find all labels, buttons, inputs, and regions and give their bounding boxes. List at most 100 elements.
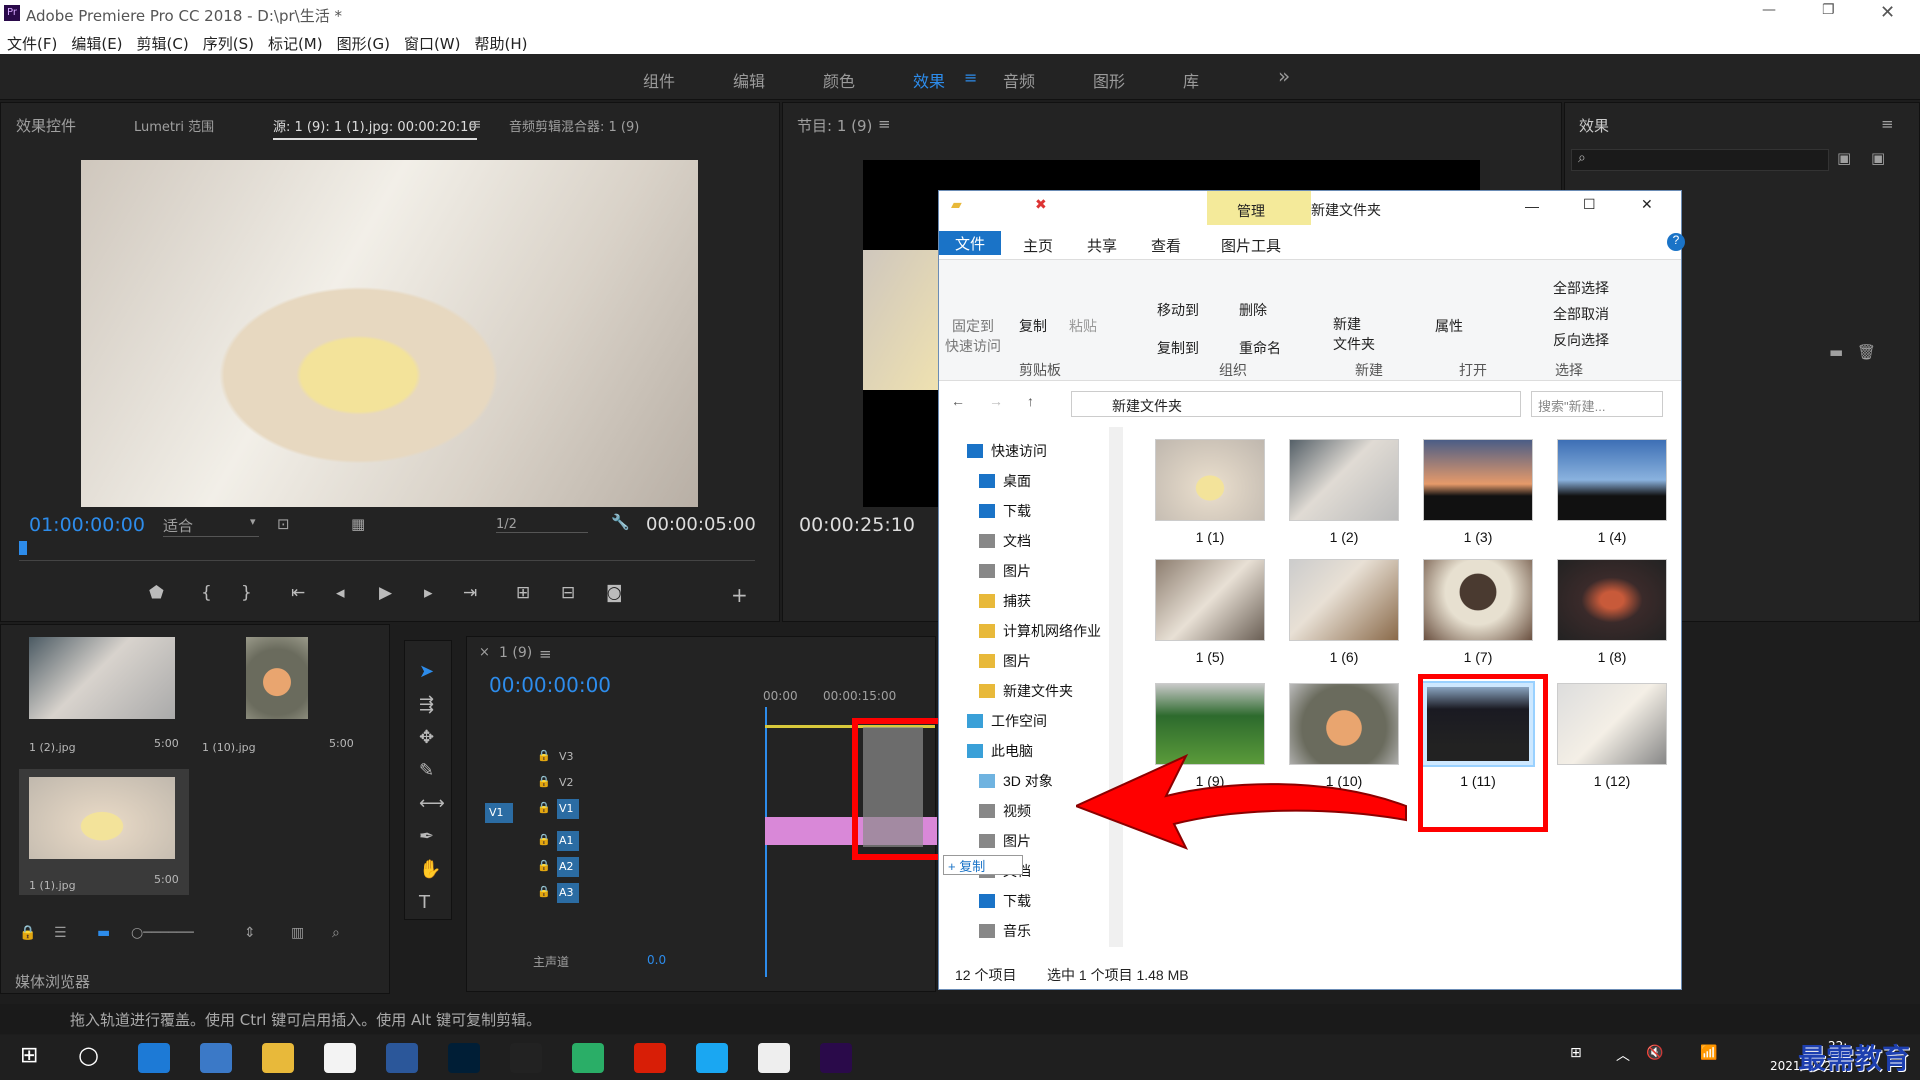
nav-scrollbar[interactable] bbox=[1109, 427, 1123, 947]
select-none-button[interactable]: 全部取消 bbox=[1553, 304, 1609, 324]
selection-tool-icon[interactable]: ➤ bbox=[419, 661, 434, 682]
ws-more-icon[interactable]: » bbox=[1278, 64, 1290, 88]
file-name[interactable]: 1 (3) bbox=[1423, 529, 1533, 545]
effects-search-input[interactable]: ⌕ bbox=[1571, 149, 1829, 171]
file-name[interactable]: 1 (7) bbox=[1423, 649, 1533, 665]
fit-dropdown[interactable]: 适合 bbox=[163, 515, 259, 537]
tab-view[interactable]: 查看 bbox=[1151, 235, 1181, 256]
windows-start-icon[interactable]: ⊞ bbox=[20, 1043, 38, 1068]
panel-menu-icon[interactable]: ≡ bbox=[1881, 115, 1894, 133]
tab-share[interactable]: 共享 bbox=[1087, 235, 1117, 256]
nav-item[interactable]: 图片 bbox=[979, 831, 1031, 851]
nav-item[interactable]: 图片 bbox=[979, 561, 1031, 581]
media-item[interactable]: 1 (2).jpg 5:00 bbox=[19, 637, 184, 757]
lock-icon[interactable]: 🔒 bbox=[537, 801, 551, 814]
razor-icon[interactable]: ✎ bbox=[419, 760, 434, 781]
export-frame-icon[interactable]: ◙ bbox=[606, 583, 623, 603]
sequence-tab[interactable]: 1 (9) bbox=[499, 645, 532, 661]
menu-item[interactable]: 编辑(E) bbox=[71, 35, 122, 53]
ws-graphics[interactable]: 图形 bbox=[1093, 68, 1125, 92]
file-thumbnail[interactable] bbox=[1155, 559, 1265, 641]
baidu-netdisk-icon[interactable] bbox=[324, 1043, 356, 1073]
menu-item[interactable]: 窗口(W) bbox=[404, 35, 461, 53]
nav-item[interactable]: 快速访问 bbox=[967, 441, 1047, 461]
panel-menu-icon[interactable]: ≡ bbox=[539, 645, 552, 663]
ws-color[interactable]: 颜色 bbox=[823, 68, 855, 92]
nav-item[interactable]: 文档 bbox=[979, 531, 1031, 551]
wrench-icon[interactable]: 🔧 bbox=[611, 513, 630, 531]
file-name[interactable]: 1 (12) bbox=[1557, 773, 1667, 789]
go-to-in-icon[interactable]: ⇤ bbox=[291, 583, 305, 603]
forward-icon[interactable]: → bbox=[989, 393, 1003, 409]
nav-item[interactable]: 音乐 bbox=[979, 921, 1031, 941]
panel-menu-icon[interactable]: ≡ bbox=[878, 115, 891, 133]
file-name[interactable]: 1 (2) bbox=[1289, 529, 1399, 545]
select-all-button[interactable]: 全部选择 bbox=[1553, 278, 1609, 298]
media-browser-tab[interactable]: 媒体浏览器 bbox=[15, 971, 90, 992]
manage-tab[interactable]: 管理 bbox=[1237, 201, 1265, 221]
step-back-icon[interactable]: ◂ bbox=[336, 583, 345, 603]
track-header[interactable]: 🔒 A3 bbox=[537, 883, 637, 905]
nav-item[interactable]: 下载 bbox=[979, 891, 1031, 911]
add-marker-icon[interactable]: ⬟ bbox=[149, 583, 164, 603]
menu-item[interactable]: 图形(G) bbox=[337, 35, 390, 53]
insert-icon[interactable]: ⊞ bbox=[516, 583, 530, 603]
nav-item[interactable]: 工作空间 bbox=[967, 711, 1047, 731]
file-name[interactable]: 1 (6) bbox=[1289, 649, 1399, 665]
tab-source[interactable]: 源: 1 (9): 1 (1).jpg: 00:00:20:10 bbox=[273, 116, 477, 140]
lock-icon[interactable]: 🔒 bbox=[537, 775, 551, 788]
ripple-edit-icon[interactable]: ✥ bbox=[419, 727, 434, 748]
solitaire-icon[interactable] bbox=[758, 1043, 790, 1073]
ws-assembly[interactable]: 组件 bbox=[643, 68, 675, 92]
track-header[interactable]: 🔒 A2 bbox=[537, 857, 637, 879]
control-panel-icon[interactable] bbox=[200, 1043, 232, 1073]
master-volume[interactable]: 0.0 bbox=[647, 953, 666, 967]
lock-icon[interactable]: 🔒 bbox=[19, 925, 36, 941]
nav-item[interactable]: 桌面 bbox=[979, 471, 1031, 491]
track-label[interactable]: V3 bbox=[557, 747, 579, 767]
file-name[interactable]: 1 (8) bbox=[1557, 649, 1667, 665]
file-thumbnail[interactable] bbox=[1289, 559, 1399, 641]
zoom-slider[interactable]: ○────── bbox=[131, 925, 194, 941]
properties-button[interactable]: 属性 bbox=[1435, 316, 1463, 336]
invert-selection-button[interactable]: 反向选择 bbox=[1553, 330, 1609, 350]
media-item-selected[interactable]: 1 (1).jpg 5:00 bbox=[19, 769, 189, 895]
delete-icon[interactable]: ✖ bbox=[1035, 196, 1047, 213]
tray-chevron-icon[interactable]: ︿ bbox=[1616, 1045, 1630, 1065]
paste-button[interactable]: 粘贴 bbox=[1069, 316, 1097, 336]
overwrite-icon[interactable]: ⊟ bbox=[561, 583, 575, 603]
track-label[interactable]: A2 bbox=[557, 857, 579, 877]
file-name[interactable]: 1 (4) bbox=[1557, 529, 1667, 545]
icon-view-icon[interactable]: ▬ bbox=[97, 925, 110, 941]
volume-muted-icon[interactable]: 🔇 bbox=[1646, 1045, 1663, 1061]
source-timecode[interactable]: 01:00:00:00 bbox=[29, 514, 145, 536]
file-thumbnail[interactable] bbox=[1557, 559, 1667, 641]
file-thumbnail[interactable] bbox=[1289, 439, 1399, 521]
ws-editing[interactable]: 编辑 bbox=[733, 68, 765, 92]
mark-in-icon[interactable]: { bbox=[201, 583, 212, 603]
source-scrubber[interactable] bbox=[19, 541, 755, 561]
tab-file[interactable]: 文件 bbox=[939, 231, 1001, 255]
program-title[interactable]: 节目: 1 (9) bbox=[797, 115, 872, 136]
close-icon[interactable]: ✕ bbox=[1880, 2, 1895, 23]
step-forward-icon[interactable]: ▸ bbox=[424, 583, 433, 603]
file-explorer-icon[interactable] bbox=[262, 1043, 294, 1073]
search-input[interactable]: 搜索"新建... bbox=[1531, 391, 1663, 417]
mark-out-icon[interactable]: } bbox=[241, 583, 252, 603]
close-icon[interactable]: ✕ bbox=[1641, 196, 1653, 213]
track-label[interactable]: V2 bbox=[557, 773, 579, 793]
copy-to-button[interactable]: 复制到 bbox=[1157, 338, 1199, 358]
menu-item[interactable]: 文件(F) bbox=[7, 35, 57, 53]
netease-music-icon[interactable] bbox=[634, 1043, 666, 1073]
help-icon[interactable]: ? bbox=[1667, 233, 1685, 251]
copy-button[interactable]: 复制 bbox=[1019, 316, 1047, 336]
nav-item[interactable]: 3D 对象 bbox=[979, 771, 1053, 791]
move-to-button[interactable]: 移动到 bbox=[1157, 300, 1199, 320]
track-label[interactable]: A1 bbox=[557, 831, 579, 851]
ws-effects[interactable]: 效果 bbox=[913, 68, 945, 92]
new-bin-icon[interactable]: ▬ bbox=[1829, 343, 1843, 361]
tab-home[interactable]: 主页 bbox=[1023, 235, 1053, 256]
pen-icon[interactable]: ✒ bbox=[419, 826, 434, 847]
rename-button[interactable]: 重命名 bbox=[1239, 338, 1281, 358]
source-patch-v1[interactable]: V1 bbox=[485, 803, 513, 823]
